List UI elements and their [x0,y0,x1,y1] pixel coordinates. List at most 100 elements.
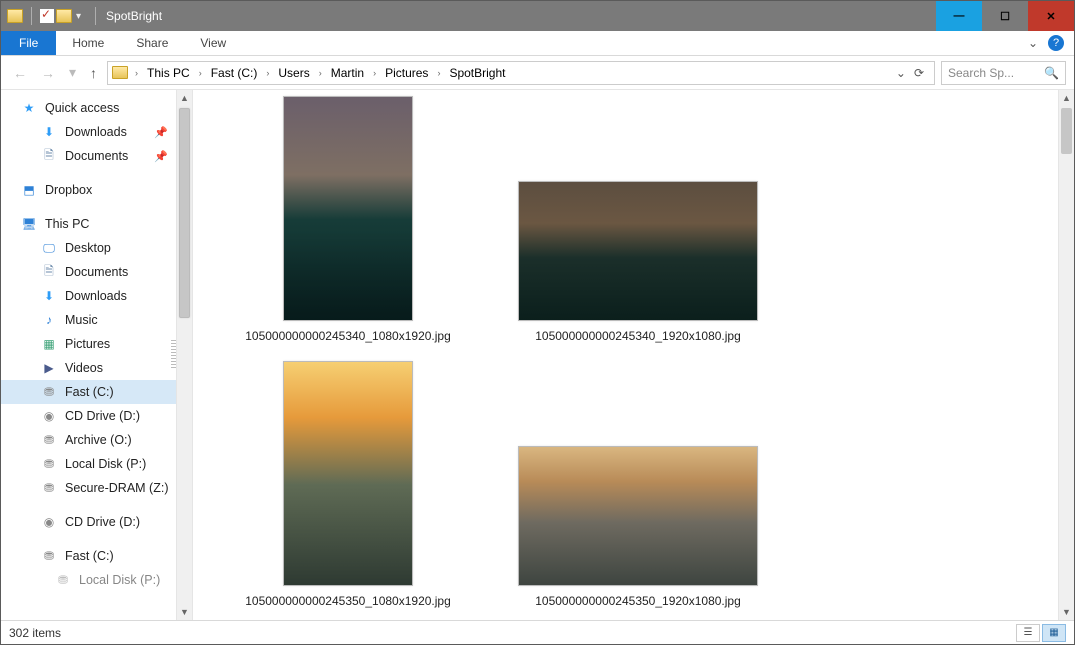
sidebar-scrollbar[interactable]: ▲ ▼ [176,90,192,620]
chevron-right-icon[interactable]: › [434,68,443,78]
tab-home[interactable]: Home [56,31,120,55]
scroll-thumb[interactable] [1061,108,1072,154]
scroll-thumb[interactable] [179,108,190,318]
drive-icon: ⛃ [41,384,57,400]
file-item[interactable]: 105000000000245340_1920x1080.jpg [513,181,763,343]
label: Videos [65,361,103,375]
label: CD Drive (D:) [65,409,140,423]
drive-icon: ⛃ [41,456,57,472]
search-placeholder: Search Sp... [948,66,1014,80]
sidebar-item-documents[interactable]: 🗎Documents📌 [1,144,176,168]
pin-icon: 📌 [154,126,168,139]
chevron-down-icon[interactable]: ▾ [74,11,83,22]
scroll-down-icon[interactable]: ▼ [177,604,192,620]
sidebar-item-pictures[interactable]: ▦ Pictures [1,332,176,356]
close-button[interactable]: ✕ [1028,1,1074,31]
tab-view[interactable]: View [184,31,242,55]
file-menu[interactable]: File [1,31,56,55]
document-icon: 🗎 [41,148,57,164]
help-icon[interactable]: ? [1048,35,1064,51]
label: Music [65,313,98,327]
address-dropdown-icon[interactable]: ⌄ [896,66,906,80]
crumb-martin[interactable]: Martin [327,66,368,80]
back-button[interactable]: ← [9,65,31,81]
sidebar-item-archive-o[interactable]: ⛃Archive (O:) [1,428,176,452]
sidebar-item-local-p[interactable]: ⛃Local Disk (P:) [1,452,176,476]
chevron-right-icon[interactable]: › [263,68,272,78]
scroll-up-icon[interactable]: ▲ [177,90,192,106]
thumbnails-view-button[interactable]: ▦ [1042,624,1066,642]
chevron-right-icon[interactable]: › [132,68,141,78]
crumb-users[interactable]: Users [274,66,313,80]
explorer-window: ▾ SpotBright — ☐ ✕ File Home Share View … [0,0,1075,645]
sidebar-item-fast-c[interactable]: ⛃ Fast (C:) [1,380,176,404]
sidebar-item-cd-d[interactable]: ◉ CD Drive (D:) [1,404,176,428]
label: Local Disk (P:) [79,573,160,587]
videos-icon: ▶ [41,360,57,376]
quick-access-toolbar: ▾ [1,7,89,25]
minimize-button[interactable]: — [936,1,982,31]
sidebar-item-cd-d-2[interactable]: ◉CD Drive (D:) [1,510,176,534]
label: Archive (O:) [65,433,132,447]
crumb-fast-c[interactable]: Fast (C:) [207,66,262,80]
label: Fast (C:) [65,549,114,563]
sidebar-item-dropbox[interactable]: ⬒Dropbox [1,178,176,202]
new-folder-icon[interactable] [56,9,72,23]
file-item[interactable]: 105000000000245350_1080x1920.jpg [223,361,473,608]
chevron-right-icon[interactable]: › [196,68,205,78]
label: Pictures [65,337,110,351]
crumb-spotbright[interactable]: SpotBright [445,66,509,80]
chevron-right-icon[interactable]: › [370,68,379,78]
forward-button[interactable]: → [37,65,59,81]
recent-locations-button[interactable]: ▾ [65,64,80,81]
label: Documents [65,149,128,163]
file-name: 105000000000245340_1920x1080.jpg [535,329,741,343]
up-button[interactable]: ↑ [86,65,101,81]
drive-icon: ⛃ [41,480,57,496]
sidebar-item-secure-z[interactable]: ⛃Secure-DRAM (Z:) [1,476,176,500]
sidebar-item-desktop[interactable]: 🖵Desktop [1,236,176,260]
sidebar-item-downloads[interactable]: ⬇Downloads📌 [1,120,176,144]
search-input[interactable]: Search Sp... 🔍 [941,61,1066,85]
sidebar-item-fast-c-2[interactable]: ⛃Fast (C:) [1,544,176,568]
label: Fast (C:) [65,385,114,399]
crumb-this-pc[interactable]: This PC [143,66,194,80]
tab-share[interactable]: Share [120,31,184,55]
file-item[interactable]: 105000000000245350_1920x1080.jpg [513,446,763,608]
ribbon-expand-icon[interactable]: ⌄ [1028,36,1038,50]
scroll-up-icon[interactable]: ▲ [1059,90,1074,106]
sidebar-item-music[interactable]: ♪Music [1,308,176,332]
scroll-down-icon[interactable]: ▼ [1059,604,1074,620]
thumbnail-image [283,361,413,586]
file-list[interactable]: 105000000000245340_1080x1920.jpg10500000… [193,90,1058,620]
nav-row: ← → ▾ ↑ › This PC › Fast (C:) › Users › … [1,56,1074,90]
details-view-button[interactable]: ☰ [1016,624,1040,642]
properties-icon[interactable] [40,9,54,23]
file-name: 105000000000245350_1080x1920.jpg [245,594,451,608]
address-bar[interactable]: › This PC › Fast (C:) › Users › Martin ›… [107,61,935,85]
refresh-icon[interactable]: ⟳ [914,66,924,80]
sidebar-item-quick-access[interactable]: ★Quick access [1,96,176,120]
desktop-icon: 🖵 [41,240,57,256]
label: Quick access [45,101,119,115]
title-bar[interactable]: ▾ SpotBright — ☐ ✕ [1,1,1074,31]
sidebar-item-videos[interactable]: ▶ Videos [1,356,176,380]
pictures-icon: ▦ [41,336,57,352]
maximize-button[interactable]: ☐ [982,1,1028,31]
sidebar-item-documents-2[interactable]: 🗎Documents [1,260,176,284]
thumbnail-image [283,96,413,321]
search-icon: 🔍 [1044,66,1059,80]
sidebar-item-this-pc[interactable]: 🖥This PC [1,212,176,236]
crumb-pictures[interactable]: Pictures [381,66,432,80]
cd-icon: ◉ [41,408,57,424]
file-item[interactable]: 105000000000245340_1080x1920.jpg [223,96,473,343]
sidebar-item-downloads-2[interactable]: ⬇Downloads [1,284,176,308]
sidebar-item-local-p-2[interactable]: ⛃Local Disk (P:) [1,568,176,592]
folder-icon [7,9,23,23]
thumbnail-image [518,446,758,586]
folder-icon [112,66,128,79]
chevron-right-icon[interactable]: › [316,68,325,78]
download-icon: ⬇ [41,124,57,140]
content-scrollbar[interactable]: ▲ ▼ [1058,90,1074,620]
download-icon: ⬇ [41,288,57,304]
